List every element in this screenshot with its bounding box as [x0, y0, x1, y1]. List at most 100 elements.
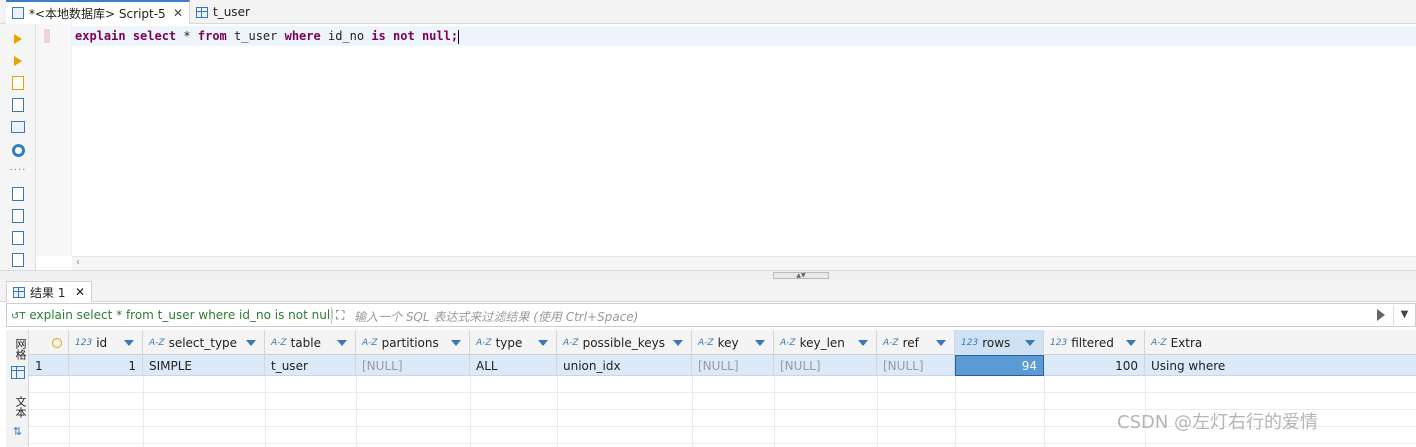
- column-header-partitions-label: partitions: [381, 335, 439, 350]
- chevron-down-icon[interactable]: [1126, 340, 1136, 346]
- watermark: CSDN @左灯右行的爱情: [1117, 412, 1319, 433]
- save-script-icon[interactable]: [10, 230, 26, 246]
- cell-key-len[interactable]: [NULL]: [774, 355, 877, 376]
- explain-plan-icon[interactable]: [10, 97, 26, 113]
- cell-partitions[interactable]: [NULL]: [356, 355, 470, 376]
- row-number-header[interactable]: [29, 330, 69, 355]
- chevron-down-icon[interactable]: [858, 340, 868, 346]
- execute-in-new-tab-icon[interactable]: [10, 53, 26, 69]
- chevron-down-icon[interactable]: [936, 340, 946, 346]
- cell-rows[interactable]: 94: [955, 355, 1044, 376]
- sql-keyword-is: is: [371, 29, 386, 43]
- close-icon[interactable]: ✕: [75, 285, 85, 299]
- cell-id[interactable]: 1: [69, 355, 143, 376]
- filter-expand-icon[interactable]: ⛶: [336, 308, 344, 323]
- table-icon: [196, 6, 208, 18]
- cell-filtered[interactable]: 100: [1044, 355, 1145, 376]
- query-link-icon: ↺T: [11, 311, 26, 322]
- filter-input[interactable]: 输入一个 SQL 表达式来过滤结果 (使用 Ctrl+Space): [354, 308, 638, 325]
- grid-line: [69, 376, 70, 447]
- sql-keyword-where: where: [284, 29, 321, 43]
- column-header-id-label: id: [96, 335, 108, 350]
- export-icon[interactable]: [10, 186, 26, 202]
- string-type-icon: A-Z: [362, 337, 378, 348]
- grid-line: [356, 376, 357, 447]
- grid-line: [265, 376, 266, 447]
- results-tab-label: 结果 1: [30, 285, 66, 300]
- tab-results-1[interactable]: 结果 1 ✕: [6, 281, 92, 302]
- chevron-down-icon[interactable]: [755, 340, 765, 346]
- column-header-filtered[interactable]: 123 filtered: [1044, 330, 1145, 355]
- chevron-down-icon[interactable]: [673, 340, 683, 346]
- cell-type[interactable]: ALL: [470, 355, 557, 376]
- cell-ref[interactable]: [NULL]: [877, 355, 955, 376]
- column-header-extra[interactable]: A-Z Extra: [1145, 330, 1416, 355]
- chevron-down-icon[interactable]: [124, 340, 134, 346]
- column-header-rows[interactable]: 123 rows: [955, 330, 1044, 355]
- separator-dots-icon: ····: [9, 164, 27, 176]
- sql-editor[interactable]: explain select * from t_user where id_no…: [72, 24, 1416, 256]
- outline-icon[interactable]: [10, 252, 26, 268]
- column-header-select-type-label: select_type: [168, 335, 238, 350]
- row-number-cell[interactable]: 1: [29, 355, 69, 376]
- editor-tab-bar: *<本地数据库> Script-5 ✕ t_user: [0, 0, 1416, 24]
- chevron-down-icon[interactable]: [538, 340, 548, 346]
- chevron-down-icon[interactable]: [246, 340, 256, 346]
- terminal-icon[interactable]: [10, 119, 26, 135]
- sql-keyword-null: null;: [421, 29, 459, 43]
- close-icon[interactable]: ✕: [173, 6, 183, 20]
- query-text-label: explain select * from t_user where id_no…: [29, 308, 334, 322]
- column-header-possible-keys[interactable]: A-Z possible_keys: [557, 330, 692, 355]
- column-header-type[interactable]: A-Z type: [470, 330, 557, 355]
- sql-table-name: t_user: [234, 29, 278, 43]
- tab-script-5[interactable]: *<本地数据库> Script-5 ✕: [6, 0, 190, 24]
- execute-statement-icon[interactable]: [10, 31, 26, 47]
- sql-keyword-from: from: [197, 29, 227, 43]
- column-header-table[interactable]: A-Z table: [265, 330, 356, 355]
- results-tab-bar: 结果 1 ✕: [0, 280, 1416, 302]
- panel-splitter[interactable]: ▲▼: [0, 270, 1416, 280]
- apply-filter-icon[interactable]: [1377, 309, 1385, 321]
- statement-marker: [44, 29, 50, 43]
- settings-gear-icon[interactable]: [10, 142, 26, 158]
- chevron-down-icon[interactable]: [337, 340, 347, 346]
- grid-line: [692, 376, 693, 447]
- sql-statement[interactable]: explain select * from t_user where id_no…: [75, 29, 460, 44]
- execute-script-icon[interactable]: [10, 75, 26, 91]
- column-header-key[interactable]: A-Z key: [692, 330, 774, 355]
- tab-script-5-label: *<本地数据库> Script-5: [29, 6, 166, 21]
- string-type-icon: A-Z: [698, 337, 714, 348]
- grid-view-icon[interactable]: [9, 366, 26, 382]
- cell-extra[interactable]: Using where: [1145, 355, 1416, 376]
- chevron-down-icon[interactable]: [1025, 340, 1035, 346]
- text-view-toggle[interactable]: 文本: [9, 394, 27, 420]
- column-header-key-len[interactable]: A-Z key_len: [774, 330, 877, 355]
- cell-table[interactable]: t_user: [265, 355, 356, 376]
- load-script-icon[interactable]: [10, 208, 26, 224]
- sql-column-name: id_no: [327, 29, 365, 43]
- chevron-down-icon[interactable]: [451, 340, 461, 346]
- query-text: ↺T explain select * from t_user where id…: [11, 308, 334, 322]
- column-header-partitions[interactable]: A-Z partitions: [356, 330, 470, 355]
- editor-horizontal-scrollbar[interactable]: ‹: [72, 256, 1416, 270]
- sql-star: *: [183, 29, 191, 43]
- panels-icon[interactable]: ⇅: [9, 426, 26, 440]
- column-header-filtered-label: filtered: [1071, 335, 1114, 350]
- splitter-grip-icon[interactable]: ▲▼: [773, 272, 829, 279]
- string-type-icon: A-Z: [476, 337, 492, 348]
- filter-history-dropdown-icon[interactable]: ▼: [1393, 305, 1415, 325]
- column-header-key-label: key: [717, 335, 739, 350]
- scroll-left-icon[interactable]: ‹: [76, 257, 80, 268]
- empty-row: [29, 376, 1416, 393]
- cell-select-type[interactable]: SIMPLE: [143, 355, 265, 376]
- column-header-ref[interactable]: A-Z ref: [877, 330, 955, 355]
- editor-toolbar: ····: [0, 24, 36, 280]
- line-gutter: [36, 24, 72, 256]
- grid-line: [774, 376, 775, 447]
- cell-key[interactable]: [NULL]: [692, 355, 774, 376]
- grid-view-toggle[interactable]: 网格: [9, 336, 27, 362]
- column-header-id[interactable]: 123 id: [69, 330, 143, 355]
- tab-t-user[interactable]: t_user: [190, 0, 280, 24]
- cell-possible-keys[interactable]: union_idx: [557, 355, 692, 376]
- column-header-select-type[interactable]: A-Z select_type: [143, 330, 265, 355]
